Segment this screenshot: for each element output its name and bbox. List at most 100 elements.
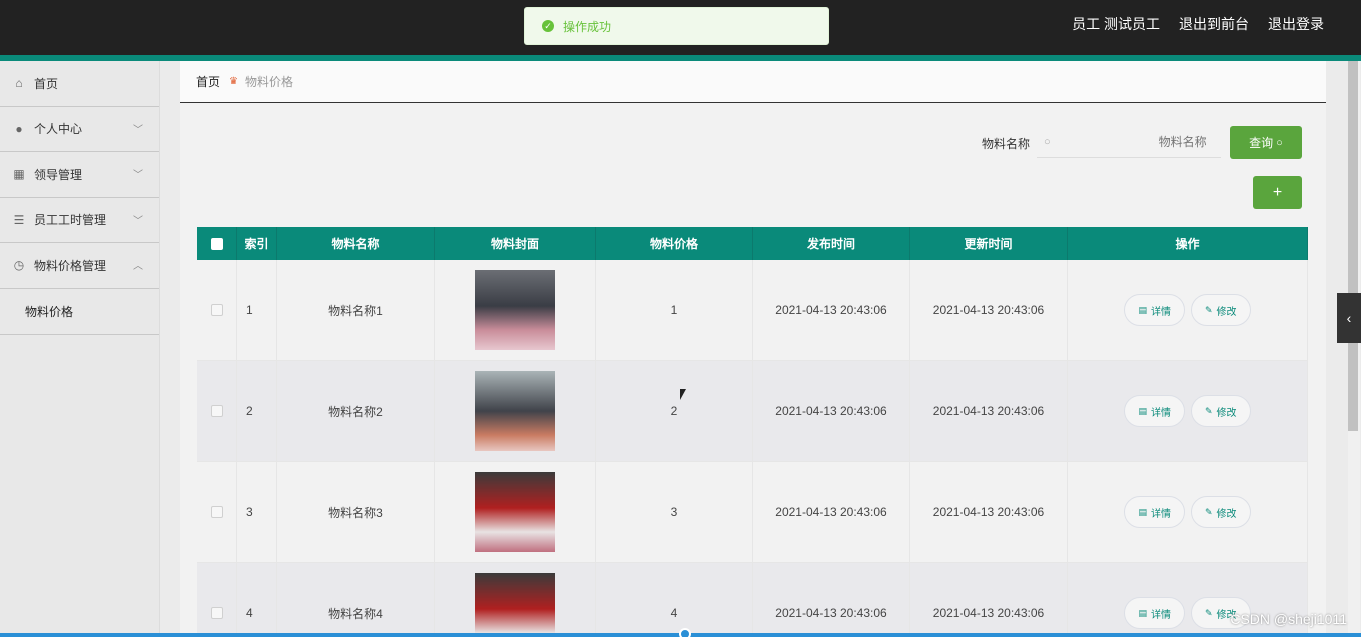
row-update-time: 2021-04-13 20:43:06 <box>910 361 1068 461</box>
sidebar-item-personal-center[interactable]: ● 个人中心 ﹀ <box>0 107 159 152</box>
row-checkbox[interactable] <box>210 607 223 619</box>
document-icon: ▤ <box>1138 506 1147 517</box>
row-index: 1 <box>237 260 277 360</box>
table-row: 4 物料名称4 4 2021-04-13 20:43:06 2021-04-13… <box>197 563 1308 637</box>
row-select-cell <box>197 563 237 637</box>
search-input[interactable] <box>1058 134 1209 149</box>
check-circle-icon: ✓ <box>542 20 554 32</box>
row-index: 3 <box>237 462 277 562</box>
table-row: 3 物料名称3 3 2021-04-13 20:43:06 2021-04-13… <box>197 462 1308 563</box>
pencil-icon: ✎ <box>1204 304 1213 315</box>
mouse-cursor <box>680 389 686 400</box>
document-icon: ▤ <box>1138 607 1147 618</box>
header-update-time: 更新时间 <box>910 227 1068 260</box>
row-cover-cell <box>435 361 596 461</box>
sidebar-item-label: 物料价格管理 <box>34 258 107 273</box>
row-cover-cell <box>435 563 596 637</box>
sidebar-item-home[interactable]: ⌂ 首页 <box>0 61 159 107</box>
exit-to-front-link[interactable]: 退出到前台 <box>1179 14 1249 34</box>
user-icon: ● <box>15 121 23 136</box>
row-update-time: 2021-04-13 20:43:06 <box>910 563 1068 637</box>
top-links: 员工 测试员工 退出到前台 退出登录 <box>1072 14 1324 34</box>
cover-image <box>475 573 555 637</box>
search-field[interactable]: ○ <box>1037 126 1221 158</box>
edit-label: 修改 <box>1216 508 1237 520</box>
row-update-time: 2021-04-13 20:43:06 <box>910 260 1068 360</box>
progress-handle[interactable] <box>679 628 691 637</box>
current-user: 员工 测试员工 <box>1072 16 1160 32</box>
add-button[interactable]: + <box>1253 176 1302 209</box>
sidebar-item-label: 员工工时管理 <box>34 213 107 228</box>
breadcrumb-home[interactable]: 首页 <box>196 73 220 90</box>
table-header: 索引 物料名称 物料封面 物料价格 发布时间 更新时间 操作 <box>197 227 1308 260</box>
row-checkbox[interactable] <box>210 304 223 316</box>
header-publish-time: 发布时间 <box>753 227 910 260</box>
row-select-cell <box>197 361 237 461</box>
sidebar-subitem-material-price[interactable]: 物料价格 <box>0 289 159 335</box>
edit-button[interactable]: ✎ 修改 <box>1190 496 1251 528</box>
row-actions: ▤ 详情 ✎ 修改 <box>1068 260 1308 360</box>
detail-button[interactable]: ▤ 详情 <box>1124 395 1185 427</box>
edit-button[interactable]: ✎ 修改 <box>1190 395 1251 427</box>
breadcrumb-current: 物料价格 <box>244 75 293 89</box>
detail-button[interactable]: ▤ 详情 <box>1124 597 1185 629</box>
row-publish-time: 2021-04-13 20:43:06 <box>753 563 910 637</box>
watermark: CSDN @sheji1011 <box>1230 611 1347 627</box>
home-icon: ⌂ <box>15 76 23 91</box>
chevron-up-icon: ︿ <box>133 261 143 272</box>
sidebar-item-label: 个人中心 <box>34 122 83 137</box>
edit-button[interactable]: ✎ 修改 <box>1190 294 1251 326</box>
detail-button[interactable]: ▤ 详情 <box>1124 294 1185 326</box>
sidebar-item-label: 领导管理 <box>34 167 83 182</box>
document-icon: ▤ <box>1138 304 1147 315</box>
detail-label: 详情 <box>1150 508 1171 520</box>
pencil-icon: ✎ <box>1204 607 1213 618</box>
row-price: 4 <box>596 563 753 637</box>
material-price-table: 索引 物料名称 物料封面 物料价格 发布时间 更新时间 操作 1 物料名称1 1… <box>197 227 1308 637</box>
cover-image <box>475 270 555 350</box>
detail-button[interactable]: ▤ 详情 <box>1124 496 1185 528</box>
header-index: 索引 <box>237 227 277 260</box>
search-icon: ○ <box>1276 136 1283 149</box>
row-cover-cell <box>435 462 596 562</box>
chevron-down-icon: ﹀ <box>133 124 143 136</box>
row-update-time: 2021-04-13 20:43:06 <box>910 462 1068 562</box>
search-button-label: 查询 <box>1249 136 1274 150</box>
row-checkbox[interactable] <box>210 405 223 417</box>
row-name: 物料名称2 <box>277 361 435 461</box>
sidebar-item-employee-hours[interactable]: ☰ 员工工时管理 ﹀ <box>0 198 159 243</box>
pencil-icon: ✎ <box>1204 405 1213 416</box>
success-toast: ✓ 操作成功 <box>524 7 829 45</box>
document-icon: ▤ <box>1138 405 1147 416</box>
select-all-checkbox[interactable] <box>210 237 223 250</box>
row-index: 2 <box>237 361 277 461</box>
header-name: 物料名称 <box>277 227 435 260</box>
row-price: 2 <box>596 361 753 461</box>
header-cover: 物料封面 <box>435 227 596 260</box>
page-scrollbar[interactable] <box>1348 61 1360 637</box>
chevron-left-icon: ‹ <box>1346 310 1352 326</box>
header-actions: 操作 <box>1068 227 1308 260</box>
edit-label: 修改 <box>1216 407 1237 419</box>
pencil-icon: ✎ <box>1204 506 1213 517</box>
search-button[interactable]: 查询 ○ <box>1230 126 1302 159</box>
search-label: 物料名称 <box>982 137 1031 151</box>
table-row: 2 物料名称2 2 2021-04-13 20:43:06 2021-04-13… <box>197 361 1308 462</box>
row-select-cell <box>197 462 237 562</box>
row-index: 4 <box>237 563 277 637</box>
row-publish-time: 2021-04-13 20:43:06 <box>753 260 910 360</box>
sidebar-item-leader-management[interactable]: ▦ 领导管理 ﹀ <box>0 152 159 198</box>
logout-link[interactable]: 退出登录 <box>1268 14 1324 34</box>
row-checkbox[interactable] <box>210 506 223 518</box>
row-publish-time: 2021-04-13 20:43:06 <box>753 361 910 461</box>
breadcrumb: 首页 ♛ 物料价格 <box>180 61 1326 103</box>
row-select-cell <box>197 260 237 360</box>
crown-icon: ♛ <box>229 76 238 87</box>
select-all-cell <box>197 227 237 260</box>
row-name: 物料名称3 <box>277 462 435 562</box>
collapse-panel-button[interactable]: ‹ <box>1337 293 1361 343</box>
sidebar-item-material-price-management[interactable]: ◷ 物料价格管理 ︿ <box>0 243 159 289</box>
scrollbar-thumb[interactable] <box>1348 61 1358 431</box>
row-actions: ▤ 详情 ✎ 修改 <box>1068 361 1308 461</box>
header-price: 物料价格 <box>596 227 753 260</box>
